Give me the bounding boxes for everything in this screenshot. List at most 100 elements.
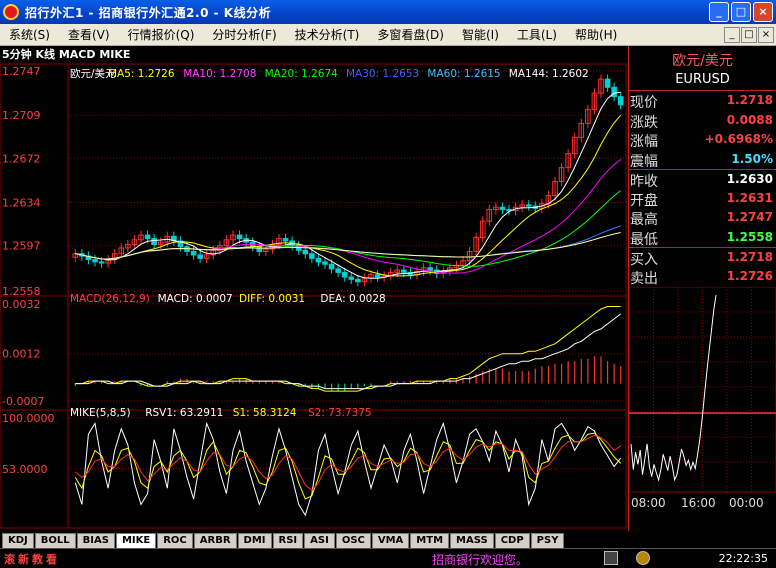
window-controls: _ □ × (709, 2, 773, 22)
menu-technical[interactable]: 技术分析(T) (286, 26, 369, 43)
tab-rsi[interactable]: RSI (272, 533, 304, 548)
price-tick-label: 1.2709 (2, 109, 41, 122)
tab-psy[interactable]: PSY (530, 533, 565, 548)
tab-kdj[interactable]: KDJ (2, 533, 34, 548)
price-candle (328, 263, 335, 270)
status-buttons[interactable]: 滚新教看 (4, 551, 60, 567)
price-candle (427, 267, 433, 271)
quote-value: 1.2630 (726, 172, 773, 186)
application-window: 招行外汇1 - 招商银行外汇通2.0 - K线分析 _ □ × 系统(S) 查看… (0, 0, 776, 567)
mike-tick-label: 53.0000 (2, 463, 48, 476)
tab-mike[interactable]: MIKE (115, 533, 157, 548)
minimize-button[interactable]: _ (709, 2, 729, 22)
legend-label: MACD: 0.0007 (158, 293, 233, 305)
price-ma-line-ma30 (75, 190, 622, 267)
status-clock: 22:22:35 (718, 552, 768, 565)
legend-label: MA10: 1.2708 (183, 68, 256, 80)
quote-value: 0.0088 (726, 112, 773, 127)
price-candle (190, 250, 197, 256)
price-candle (355, 278, 361, 283)
quote-label: 震幅 (630, 153, 658, 170)
quote-value: 1.2718 (726, 250, 773, 264)
price-candle (197, 254, 203, 259)
mdi-close-button[interactable]: × (758, 27, 774, 43)
menu-tools[interactable]: 工具(L) (508, 26, 566, 43)
price-candle (322, 261, 328, 265)
mdi-controls: _ □ × (724, 27, 774, 43)
intraday-mini-chart[interactable]: 08:00 16:00 00:00 (629, 287, 776, 513)
tab-mass[interactable]: MASS (450, 533, 494, 548)
status-bar: 滚新教看 招商银行欢迎您。 22:22:35 (0, 548, 776, 567)
price-candle (282, 238, 289, 242)
price-tick-label: 1.2597 (2, 240, 41, 253)
quote-value: +0.6968% (704, 132, 773, 146)
quote-pair-name: 欧元/美元 (672, 53, 733, 69)
title-bar: 招行外汇1 - 招商银行外汇通2.0 - K线分析 _ □ × (0, 0, 776, 24)
legend-label: DEA: 0.0028 (320, 293, 385, 305)
macd-line-diff (75, 306, 621, 392)
mike-line-s1 (74, 432, 622, 500)
price-candle (151, 238, 157, 245)
quote-row: 涨幅 +0.6968% (629, 130, 776, 150)
kline-chart-area[interactable]: 1.2747 1.2709 1.2672 1.2634 1.2597 1.2558 0.00… (0, 46, 628, 531)
price-candle (92, 259, 98, 263)
quote-value: 1.2718 (726, 93, 773, 107)
tab-boll[interactable]: BOLL (34, 533, 76, 548)
monitor-icon[interactable] (604, 551, 618, 565)
price-candle (525, 204, 532, 207)
chart-header: 5分钟 K线 MACD MIKE (2, 48, 131, 61)
macd-tick-label: 0.0032 (2, 298, 41, 311)
maximize-button[interactable]: □ (731, 2, 751, 22)
mike-tick-label: 100.0000 (2, 412, 55, 425)
tab-osc[interactable]: OSC (335, 533, 371, 548)
macd-tick-label: -0.0007 (2, 395, 44, 408)
price-candle (302, 249, 309, 255)
price-tick-label: 1.2747 (2, 65, 41, 78)
menu-smart[interactable]: 智能(I) (453, 26, 508, 43)
quote-value: 1.50% (731, 151, 773, 166)
menu-system[interactable]: 系统(S) (0, 26, 59, 43)
price-candle (309, 253, 315, 259)
price-candle (374, 274, 381, 278)
menu-multiwindow[interactable]: 多窗看盘(D) (368, 26, 453, 43)
menu-help[interactable]: 帮助(H) (566, 26, 626, 43)
tab-arbr[interactable]: ARBR (193, 533, 237, 548)
legend-label: MA5: 1.2726 (108, 68, 175, 80)
price-candle (499, 206, 506, 211)
price-candle (604, 78, 611, 88)
quote-row: 昨收 1.2630 (629, 169, 776, 190)
tab-vma[interactable]: VMA (371, 533, 410, 548)
legend-label: MACD(26,12,9) (70, 293, 150, 305)
mdi-minimize-button[interactable]: _ (724, 27, 740, 43)
quote-label: 最高 (630, 212, 658, 228)
tab-roc[interactable]: ROC (157, 533, 193, 548)
legend-label: MIKE(5,8,5) (70, 407, 131, 419)
quote-row: 买入 1.2718 (629, 247, 776, 268)
price-ma-line-ma20 (75, 158, 622, 274)
legend-label: DIFF: 0.0031 (239, 293, 305, 305)
tab-mtm[interactable]: MTM (410, 533, 450, 548)
quote-row: 卖出 1.2726 (629, 267, 776, 287)
app-logo-icon (3, 4, 19, 20)
tab-dmi[interactable]: DMI (237, 533, 272, 548)
y-axis-labels: 1.27471.27091.26721.26341.25971.25580.00… (2, 65, 55, 476)
status-marquee: 招商银行欢迎您。 (432, 553, 529, 567)
menu-timeshare[interactable]: 分时分析(F) (203, 26, 285, 43)
quote-row: 现价 1.2718 (629, 91, 776, 111)
menu-quotes[interactable]: 行情报价(Q) (119, 26, 204, 43)
price-tick-label: 1.2558 (2, 285, 41, 298)
price-candle (401, 269, 407, 273)
quote-value: 1.2747 (726, 210, 773, 224)
quote-rows: 现价 1.2718 涨跌 0.0088 涨幅 +0.6968% 震幅 1.50% 昨收 1.263… (629, 91, 776, 287)
mdi-restore-button[interactable]: □ (741, 27, 757, 43)
bell-icon[interactable] (636, 551, 650, 565)
chart-canvas[interactable]: 1.27471.27091.26721.26341.25971.25580.00… (0, 46, 628, 531)
price-tick-label: 1.2672 (2, 152, 41, 165)
tab-asi[interactable]: ASI (304, 533, 335, 548)
menu-view[interactable]: 查看(V) (59, 26, 119, 43)
tab-cdp[interactable]: CDP (494, 533, 530, 548)
quote-row: 涨跌 0.0088 (629, 111, 776, 131)
tab-bias[interactable]: BIAS (76, 533, 115, 548)
mini-time-label: 16:00 (681, 496, 716, 510)
close-button[interactable]: × (753, 2, 773, 22)
